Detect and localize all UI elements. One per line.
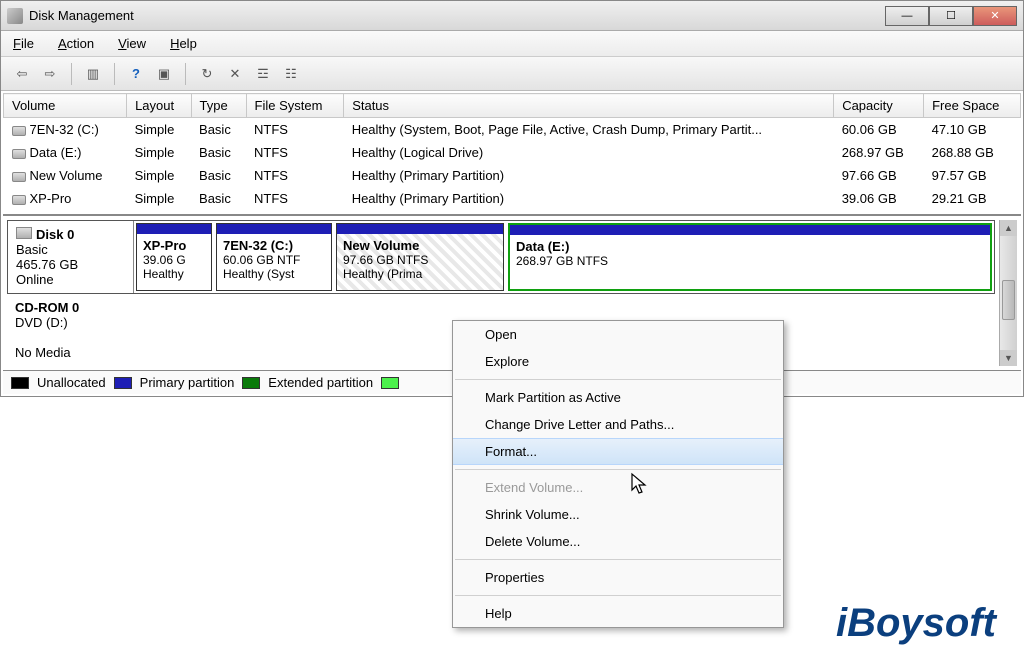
disk0-row: Disk 0 Basic 465.76 GB Online XP-Pro39.0… (7, 220, 995, 294)
up-button[interactable]: ▥ (82, 63, 104, 85)
properties-icon[interactable]: ☷ (280, 63, 302, 85)
app-icon (7, 8, 23, 24)
window-title: Disk Management (29, 8, 885, 23)
context-menu: Open Explore Mark Partition as Active Ch… (452, 320, 784, 628)
scroll-up-icon[interactable]: ▲ (1000, 220, 1017, 236)
forward-button[interactable]: ⇨ (39, 63, 61, 85)
volume-icon (12, 126, 26, 136)
refresh-icon[interactable]: ↻ (196, 63, 218, 85)
minimize-button[interactable]: — (885, 6, 929, 26)
table-row[interactable]: XP-ProSimpleBasicNTFSHealthy (Primary Pa… (4, 187, 1021, 210)
menubar: File Action View Help (1, 31, 1023, 57)
table-row[interactable]: New VolumeSimpleBasicNTFSHealthy (Primar… (4, 164, 1021, 187)
partition-7en32[interactable]: 7EN-32 (C:)60.06 GB NTFHealthy (Syst (216, 223, 332, 291)
ctx-open[interactable]: Open (453, 321, 783, 348)
ctx-mark-active[interactable]: Mark Partition as Active (453, 384, 783, 411)
col-fs[interactable]: File System (246, 94, 344, 118)
maximize-button[interactable]: ☐ (929, 6, 973, 26)
disk-icon (16, 227, 32, 239)
partition-xppro[interactable]: XP-Pro39.06 GHealthy (136, 223, 212, 291)
menu-help[interactable]: Help (170, 36, 197, 51)
disk0-label[interactable]: Disk 0 Basic 465.76 GB Online (8, 221, 134, 293)
swatch-unallocated (11, 377, 29, 389)
menu-action[interactable]: Action (58, 36, 94, 51)
help-icon[interactable]: ? (125, 63, 147, 85)
partition-newvolume[interactable]: New Volume97.66 GB NTFSHealthy (Prima (336, 223, 504, 291)
swatch-free (381, 377, 399, 389)
ctx-delete-volume[interactable]: Delete Volume... (453, 528, 783, 555)
col-status[interactable]: Status (344, 94, 834, 118)
settings-icon[interactable]: ☲ (252, 63, 274, 85)
scrollbar[interactable]: ▲ ▼ (999, 220, 1017, 366)
menu-file[interactable]: File (13, 36, 34, 51)
ctx-format[interactable]: Format... (453, 438, 783, 465)
ctx-extend-volume: Extend Volume... (453, 474, 783, 501)
col-type[interactable]: Type (191, 94, 246, 118)
ctx-shrink-volume[interactable]: Shrink Volume... (453, 501, 783, 528)
col-volume[interactable]: Volume (4, 94, 127, 118)
partition-data[interactable]: Data (E:)268.97 GB NTFS (508, 223, 992, 291)
col-free[interactable]: Free Space (924, 94, 1021, 118)
ctx-properties[interactable]: Properties (453, 564, 783, 591)
swatch-primary (114, 377, 132, 389)
show-button[interactable]: ▣ (153, 63, 175, 85)
cursor-icon (630, 472, 650, 501)
watermark: iBoysoft (836, 601, 996, 646)
volume-table: Volume Layout Type File System Status Ca… (3, 93, 1021, 210)
menu-view[interactable]: View (118, 36, 146, 51)
volume-icon (12, 195, 26, 205)
ctx-change-drive-letter[interactable]: Change Drive Letter and Paths... (453, 411, 783, 438)
ctx-help[interactable]: Help (453, 600, 783, 627)
swatch-extended (242, 377, 260, 389)
scroll-thumb[interactable] (1002, 280, 1015, 320)
delete-icon[interactable]: ✕ (224, 63, 246, 85)
volume-icon (12, 149, 26, 159)
toolbar: ⇦ ⇨ ▥ ? ▣ ↻ ✕ ☲ ☷ (1, 57, 1023, 91)
table-row[interactable]: 7EN-32 (C:)SimpleBasicNTFSHealthy (Syste… (4, 118, 1021, 142)
back-button[interactable]: ⇦ (11, 63, 33, 85)
scroll-down-icon[interactable]: ▼ (1000, 350, 1017, 366)
col-layout[interactable]: Layout (127, 94, 191, 118)
volume-icon (12, 172, 26, 182)
close-button[interactable]: ✕ (973, 6, 1017, 26)
titlebar: Disk Management — ☐ ✕ (1, 1, 1023, 31)
table-row[interactable]: Data (E:)SimpleBasicNTFSHealthy (Logical… (4, 141, 1021, 164)
ctx-explore[interactable]: Explore (453, 348, 783, 375)
col-capacity[interactable]: Capacity (834, 94, 924, 118)
